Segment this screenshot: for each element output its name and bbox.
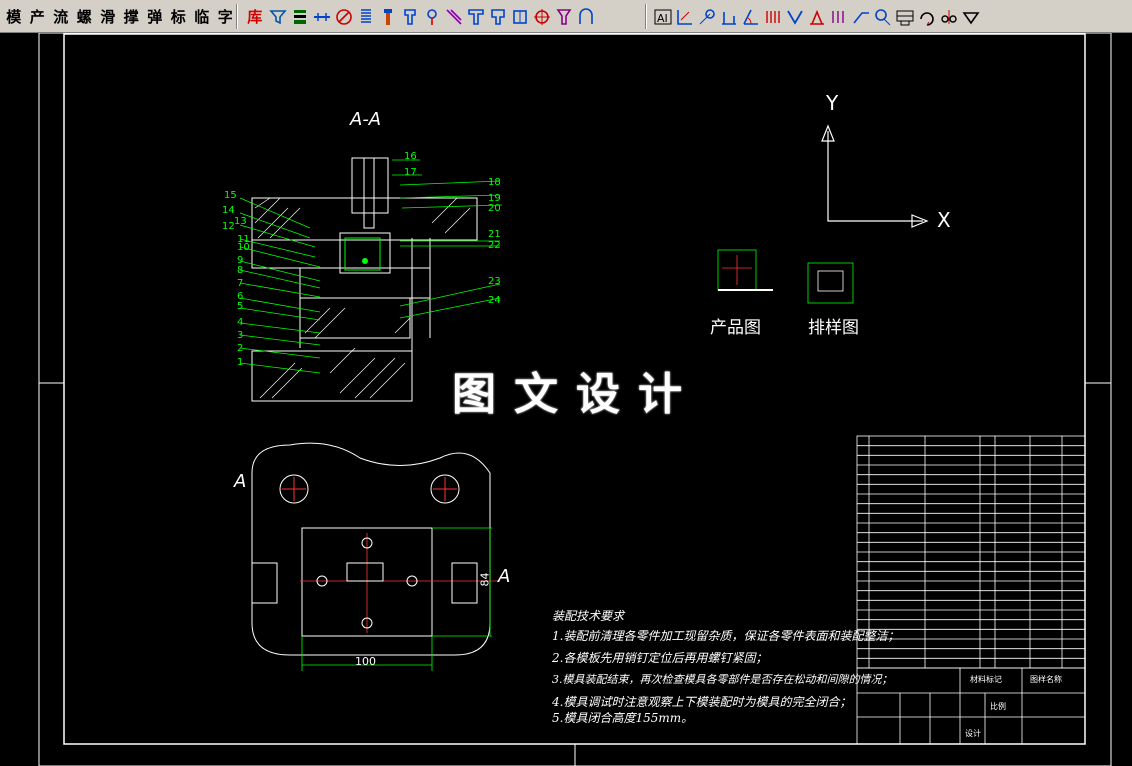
insert-icon[interactable] <box>509 6 531 28</box>
toolbar-separator <box>645 4 647 29</box>
mold-command[interactable]: 模 <box>2 6 26 27</box>
part-number: 8 <box>237 265 244 276</box>
toolbar-separator <box>236 4 238 29</box>
material-label: 材料标记 <box>970 675 1002 684</box>
part-number: 12 <box>222 221 235 232</box>
flow-channel-command[interactable]: 流 <box>49 6 73 27</box>
part-number: 1 <box>237 357 244 368</box>
arrow-label: A <box>498 566 511 587</box>
temporary-command[interactable]: 临 <box>190 6 214 27</box>
part-number: 24 <box>488 295 501 306</box>
dimension-baseline-icon[interactable] <box>718 6 740 28</box>
part-number: 18 <box>488 177 501 188</box>
funnel-icon[interactable] <box>267 6 289 28</box>
text-style-icon[interactable]: AI <box>652 6 674 28</box>
clamp-icon[interactable] <box>487 6 509 28</box>
layout-label: 排样图 <box>808 318 859 338</box>
crosshair-icon[interactable] <box>531 6 553 28</box>
tech-requirements-title: 装配技术要求 <box>552 609 625 623</box>
slide-command[interactable]: 滑 <box>96 6 120 27</box>
dimension-radius-icon[interactable] <box>696 6 718 28</box>
spring-command[interactable]: 弹 <box>143 6 167 27</box>
section-label: A-A <box>350 109 382 130</box>
part-number: 22 <box>488 240 501 251</box>
tech-requirement-item: 3.模具装配结束，再次检查模具各零部件是否存在松动和间隙的情况； <box>552 673 893 686</box>
part-number: 21 <box>488 229 501 240</box>
target-icon[interactable] <box>333 6 355 28</box>
balloon-icon[interactable] <box>872 6 894 28</box>
ucs-axes <box>821 124 929 228</box>
support-command[interactable]: 撑 <box>120 6 144 27</box>
ejector-icon[interactable] <box>553 6 575 28</box>
part-number: 14 <box>222 205 235 216</box>
product-command[interactable]: 产 <box>26 6 50 27</box>
toolbar: 模产流螺滑撑弹标临字 库 AI <box>0 0 1132 33</box>
layout-thumbnail <box>807 262 854 304</box>
product-thumbnail <box>717 249 773 291</box>
tolerance-icon[interactable] <box>762 6 784 28</box>
pin-icon[interactable] <box>421 6 443 28</box>
mold-command-bar: 模产流螺滑撑弹标临字 <box>2 3 237 30</box>
tech-requirement-item: 2.各模板先用销钉定位后再用螺钉紧固； <box>552 651 768 665</box>
tech-requirement-item: 5.模具闭合高度155mm。 <box>552 711 694 725</box>
check-mark-icon[interactable] <box>784 6 806 28</box>
spring-icon[interactable] <box>355 6 377 28</box>
punch-icon[interactable] <box>465 6 487 28</box>
part-number: 20 <box>488 203 501 214</box>
part-number: 3 <box>237 330 244 341</box>
product-label: 产品图 <box>710 318 761 338</box>
axis-y-label: Y <box>826 91 839 115</box>
title-block-icon[interactable] <box>894 6 916 28</box>
plate-stack-icon[interactable] <box>289 6 311 28</box>
dimension-height: 84 <box>478 572 492 587</box>
dimension-angle-icon[interactable] <box>740 6 762 28</box>
axis-x-label: X <box>937 208 951 232</box>
screw-command[interactable]: 螺 <box>73 6 97 27</box>
dimension-width: 100 <box>355 655 376 668</box>
mold-tools-bar: 库 <box>243 3 597 30</box>
part-number: 17 <box>404 167 417 178</box>
drawing-name: 图样名称 <box>1030 675 1062 684</box>
bolt-icon[interactable] <box>377 6 399 28</box>
link-icon[interactable] <box>311 6 333 28</box>
rotate-icon[interactable] <box>916 6 938 28</box>
watermark: 图文设计 <box>452 369 700 420</box>
annotation-tools-bar: AI <box>652 3 982 30</box>
symmetry-icon[interactable] <box>938 6 960 28</box>
part-number: 10 <box>237 242 250 253</box>
guide-post-icon[interactable] <box>399 6 421 28</box>
part-number: 13 <box>234 216 247 227</box>
drawing-canvas[interactable]: A-A A A 16 17 18 19 20 21 22 23 24 15 14… <box>0 33 1132 766</box>
surface-finish-icon[interactable] <box>806 6 828 28</box>
standard-command[interactable]: 标 <box>167 6 191 27</box>
part-number: 2 <box>237 343 244 354</box>
svg-text:AI: AI <box>657 12 668 25</box>
plan-view <box>251 442 500 671</box>
designer-label: 设计 <box>965 729 981 738</box>
part-number: 16 <box>404 151 417 162</box>
leader-icon[interactable] <box>850 6 872 28</box>
part-number: 15 <box>224 190 237 201</box>
weld-icon[interactable] <box>960 6 982 28</box>
part-number: 5 <box>237 301 244 312</box>
text-command[interactable]: 字 <box>214 6 238 27</box>
dimension-linear-icon[interactable] <box>674 6 696 28</box>
part-number: 7 <box>237 278 244 289</box>
datum-icon[interactable] <box>828 6 850 28</box>
library-button[interactable]: 库 <box>243 6 267 27</box>
view-label: A <box>234 471 247 492</box>
arch-icon[interactable] <box>575 6 597 28</box>
part-number: 4 <box>237 317 244 328</box>
part-number: 23 <box>488 276 501 287</box>
tech-requirement-item: 1.装配前清理各零件加工现留杂质，保证各零件表面和装配整洁； <box>552 629 900 643</box>
scale-label: 比例 <box>990 702 1006 711</box>
slash-tool-icon[interactable] <box>443 6 465 28</box>
